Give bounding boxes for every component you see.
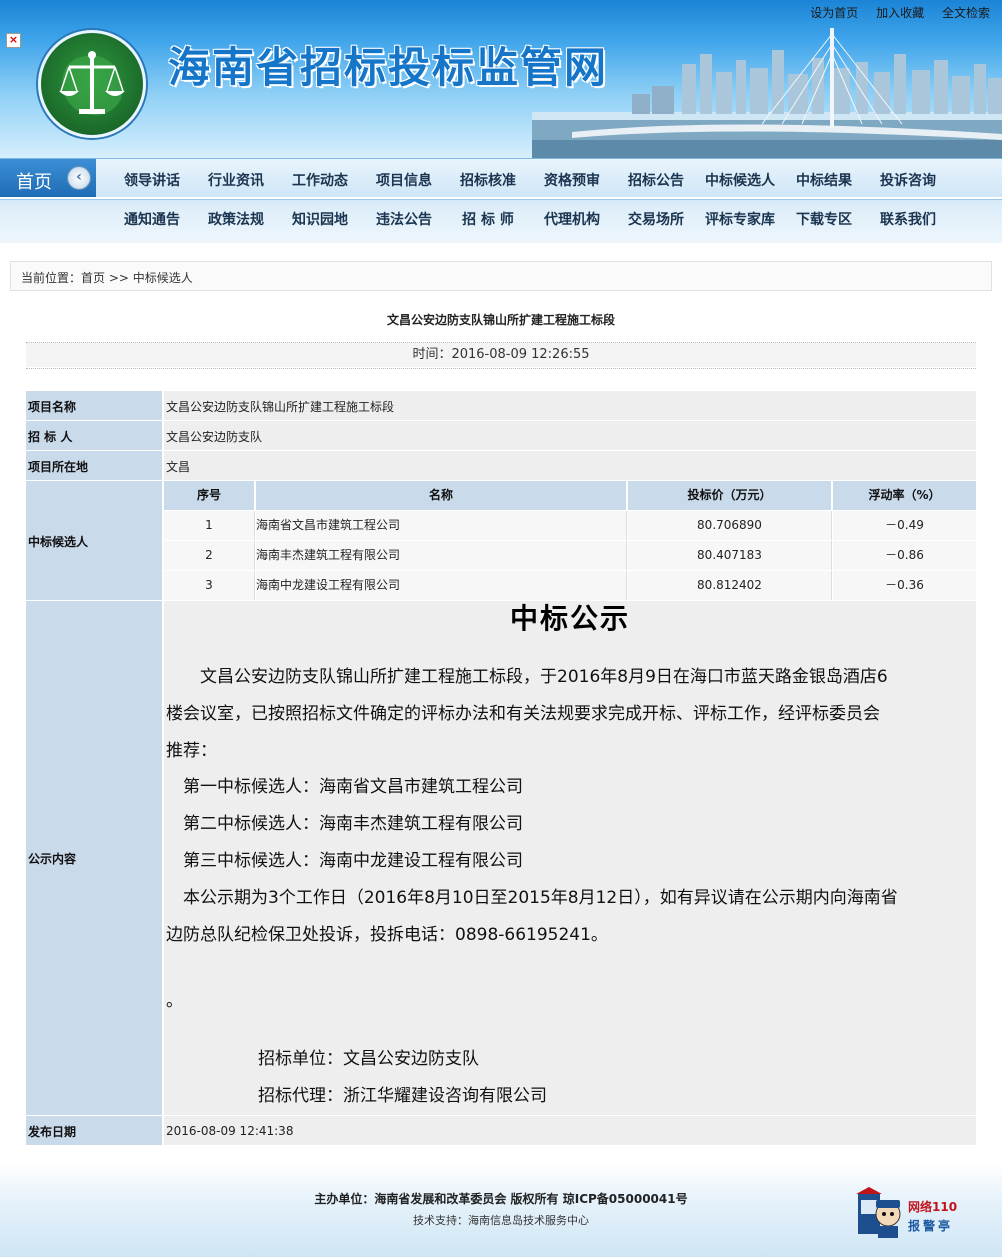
tenderer-label: 招 标 人 (26, 421, 163, 450)
notice-content: 中标公示 文昌公安边防支队锦山所扩建工程施工标段，于2016年8月9日在海口市蓝… (164, 601, 976, 1115)
nav-item-prequalification[interactable]: 资格预审 (530, 170, 614, 190)
candidate-row-1-name: 海南省文昌市建筑工程公司 (256, 511, 627, 540)
nav-home-tab[interactable]: 首页 ‹ (0, 159, 96, 197)
notice-paragraph-2-line-1: 本公示期为3个工作日（2016年8月10日至2015年8月12日），如有异议请在… (166, 888, 898, 908)
location-value: 文昌 (164, 451, 976, 480)
breadcrumb-separator: >> (105, 271, 133, 285)
candidate-row-3-price: 80.812402 (628, 571, 832, 600)
nav-item-expert-pool[interactable]: 评标专家库 (698, 209, 782, 229)
cyber-police-110-badge[interactable]: 网络110 报警亭 (852, 1184, 962, 1240)
broken-image-icon: × (6, 33, 21, 48)
candidate-row-1-price: 80.706890 (628, 511, 832, 540)
tenderer-value: 文昌公安边防支队 (164, 421, 976, 450)
publish-date-label: 发布日期 (26, 1116, 163, 1145)
add-favorite-link[interactable]: 加入收藏 (876, 6, 924, 20)
top-links: 设为首页 加入收藏 全文检索 (796, 4, 990, 21)
scales-of-justice-logo[interactable] (38, 30, 146, 138)
notice-tender-unit: 招标单位：文昌公安边防支队 (258, 1049, 479, 1069)
notice-tender-agent: 招标代理：浙江华耀建设咨询有限公司 (258, 1086, 547, 1106)
dotted-divider (26, 368, 976, 369)
breadcrumb-current-link[interactable]: 中标候选人 (133, 271, 193, 285)
notice-third-candidate: 第三中标候选人：海南中龙建设工程有限公司 (166, 851, 523, 871)
candidates-header-price: 投标价（万元） (628, 481, 832, 510)
notice-paragraph-1-line-2: 楼会议室，已按照招标文件确定的评标办法和有关法规要求完成开标、评标工作，经评标委… (166, 704, 880, 724)
publish-date-value: 2016-08-09 12:41:38 (164, 1116, 976, 1145)
nav-item-policies[interactable]: 政策法规 (194, 209, 278, 229)
nav-item-downloads[interactable]: 下载专区 (782, 209, 866, 229)
notice-first-candidate: 第一中标候选人：海南省文昌市建筑工程公司 (166, 777, 523, 797)
notice-stray-period: 。 (166, 991, 183, 1011)
nav-item-leader-speech[interactable]: 领导讲话 (110, 170, 194, 190)
candidate-row-2-no: 2 (164, 541, 255, 570)
candidate-row-3-rate: －0.36 (833, 571, 976, 600)
police-badge-title: 网络110 (908, 1200, 958, 1214)
city-skyline-banner (532, 28, 1002, 158)
main-navigation: 首页 ‹ 领导讲话 行业资讯 工作动态 项目信息 招标核准 资格预审 招标公告 … (0, 158, 1002, 243)
set-homepage-link[interactable]: 设为首页 (810, 6, 858, 20)
nav-item-knowledge[interactable]: 知识园地 (278, 209, 362, 229)
breadcrumb-prefix: 当前位置： (21, 271, 82, 285)
notice-paragraph-1-line-3: 推荐： (166, 741, 217, 761)
site-footer: 主办单位：海南省发展和改革委员会 版权所有 琼ICP备05000041号 技术支… (0, 1164, 1002, 1257)
candidate-row-1-rate: －0.49 (833, 511, 976, 540)
nav-row-2: 通知通告 政策法规 知识园地 违法公告 招 标 师 代理机构 交易场所 评标专家… (110, 209, 980, 229)
candidate-row-3-name: 海南中龙建设工程有限公司 (256, 571, 627, 600)
nav-item-industry-news[interactable]: 行业资讯 (194, 170, 278, 190)
candidate-row-3-no: 3 (164, 571, 255, 600)
candidates-header-name: 名称 (256, 481, 627, 510)
project-name-text: 文昌公安边防支队锦山所扩建工程施工标段 (166, 400, 395, 414)
nav-item-winning-candidates[interactable]: 中标候选人 (698, 170, 782, 190)
tenderer-text: 文昌公安边防支队 (166, 430, 263, 444)
publish-date-text: 2016-08-09 12:41:38 (166, 1124, 294, 1138)
nav-item-agencies[interactable]: 代理机构 (530, 209, 614, 229)
full-text-search-link[interactable]: 全文检索 (942, 6, 990, 20)
breadcrumb: 当前位置：首页 >> 中标候选人 (10, 261, 992, 291)
notice-second-candidate: 第二中标候选人：海南丰杰建筑工程有限公司 (166, 814, 523, 834)
project-name-value: 文昌公安边防支队锦山所扩建工程施工标段 (164, 391, 976, 420)
notice-content-label: 公示内容 (26, 601, 163, 1115)
nav-item-violations[interactable]: 违法公告 (362, 209, 446, 229)
article-title: 文昌公安边防支队锦山所扩建工程施工标段 (386, 313, 615, 327)
publish-date-label-text: 发布日期 (28, 1125, 77, 1139)
location-text: 文昌 (166, 460, 191, 474)
police-badge-subtitle: 报警亭 (908, 1219, 954, 1233)
nav-item-project-info[interactable]: 项目信息 (362, 170, 446, 190)
candidates-header-rate: 浮动率（%） (833, 481, 976, 510)
scales-icon (59, 51, 125, 116)
nav-item-tender-notice[interactable]: 招标公告 (614, 170, 698, 190)
candidate-row-1-no: 1 (164, 511, 255, 540)
candidate-row-2-price: 80.407183 (628, 541, 832, 570)
nav-item-tender-approval[interactable]: 招标核准 (446, 170, 530, 190)
police-booth-icon (856, 1187, 901, 1238)
nav-home-label: 首页 (16, 172, 52, 193)
nav-item-tender-engineers[interactable]: 招 标 师 (446, 209, 530, 229)
project-name-label-text: 项目名称 (28, 400, 77, 414)
project-name-label: 项目名称 (26, 391, 163, 420)
breadcrumb-home-link[interactable]: 首页 (81, 271, 105, 285)
nav-item-contact-us[interactable]: 联系我们 (866, 209, 950, 229)
notice-paragraph-1-line-1: 文昌公安边防支队锦山所扩建工程施工标段，于2016年8月9日在海口市蓝天路金银岛… (166, 667, 888, 687)
nav-divider-line (0, 199, 1002, 200)
nav-item-notices[interactable]: 通知通告 (110, 209, 194, 229)
nav-row-1: 领导讲话 行业资讯 工作动态 项目信息 招标核准 资格预审 招标公告 中标候选人… (110, 170, 980, 190)
location-label: 项目所在地 (26, 451, 163, 480)
candidates-label: 中标候选人 (26, 481, 163, 600)
notice-content-label-text: 公示内容 (28, 852, 77, 866)
site-header: 设为首页 加入收藏 全文检索 × 海南省招标投标监管网 (0, 0, 1002, 158)
candidate-row-2-name: 海南丰杰建筑工程有限公司 (256, 541, 627, 570)
location-label-text: 项目所在地 (28, 460, 89, 474)
candidates-header-no: 序号 (164, 481, 255, 510)
candidates-label-text: 中标候选人 (28, 535, 89, 549)
notice-paragraph-2-line-2: 边防总队纪检保卫处投诉，投拆电话：0898-66195241。 (166, 925, 608, 945)
nav-item-trading-venues[interactable]: 交易场所 (614, 209, 698, 229)
tenderer-label-text: 招 标 人 (28, 430, 73, 444)
notice-heading: 中标公示 (509, 602, 630, 635)
nav-item-complaints[interactable]: 投诉咨询 (866, 170, 950, 190)
nav-item-winning-results[interactable]: 中标结果 (782, 170, 866, 190)
circle-arrow-left-icon[interactable]: ‹ (67, 166, 91, 190)
nav-item-work-updates[interactable]: 工作动态 (278, 170, 362, 190)
candidate-row-2-rate: －0.86 (833, 541, 976, 570)
publish-time: 时间：2016-08-09 12:26:55 (26, 343, 976, 367)
